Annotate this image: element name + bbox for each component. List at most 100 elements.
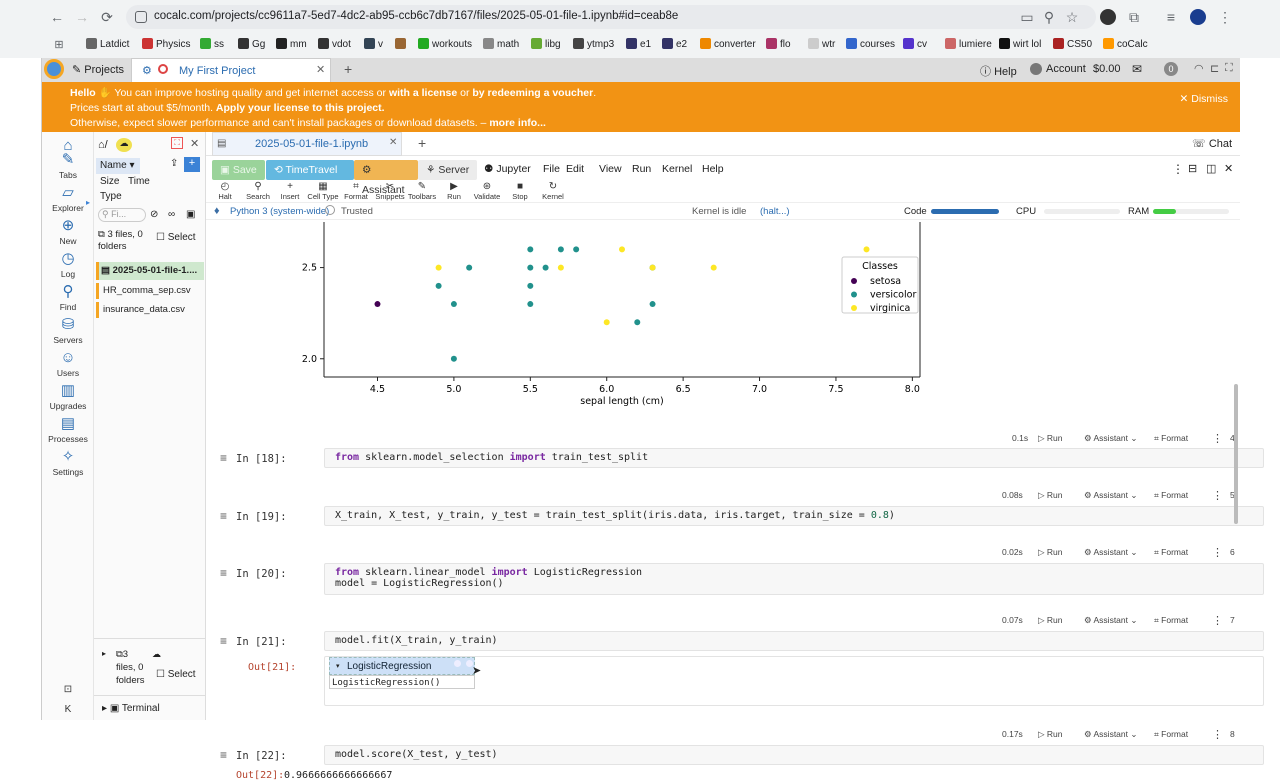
cell-assistant-button[interactable]: ⚙ Assistant ⌄ [1084,615,1138,626]
site-info-icon[interactable] [135,11,147,23]
sort-type-button[interactable]: Type [100,191,122,202]
bookmark-item[interactable]: e2 [662,38,687,52]
kebab-menu-icon[interactable]: ⋮ [1172,162,1184,176]
assistant-button[interactable]: ⚙ Assistant [354,160,418,196]
nav-tabs[interactable]: ✎ Tabs [42,152,94,181]
drag-handle-icon[interactable]: ≡ [220,451,227,465]
tool-stop[interactable]: ■ Stop [502,181,538,201]
tool-insert[interactable]: + Insert [272,181,308,201]
menu-file[interactable]: File [543,163,560,175]
forward-icon[interactable]: → [73,8,91,26]
info-icon[interactable] [454,660,461,667]
split-horizontal-icon[interactable]: ⊟ [1188,162,1197,175]
code-input[interactable]: from sklearn.linear_model import Logisti… [324,563,1264,595]
fullscreen-compress-icon[interactable]: ⊏ [1210,62,1219,75]
terminal-icon[interactable]: ▣ [186,209,195,220]
cell-assistant-button[interactable]: ⚙ Assistant ⌄ [1084,490,1138,501]
cell-format-button[interactable]: ⌗ Format [1154,547,1188,558]
help-button[interactable]: ⓘ Help [980,63,1017,79]
bookmark-item[interactable]: ss [200,38,224,52]
home-icon[interactable]: ⌂/ [98,139,108,151]
cell-format-button[interactable]: ⌗ Format [1154,490,1188,501]
bookmark-item[interactable]: ytmp3 [573,38,614,52]
nav-collapse-icon[interactable]: K [42,704,94,715]
tool-search[interactable]: ⚲ Search [240,181,276,201]
expand-icon[interactable]: ⛶ [171,137,183,149]
file-item-notebook[interactable]: ▤ 2025-05-01-file-1.... [96,262,204,280]
code-input[interactable]: X_train, X_test, y_train, y_test = train… [324,506,1264,526]
menu-edit[interactable]: Edit [566,163,584,175]
cell-format-button[interactable]: ⌗ Format [1154,433,1188,444]
bookmark-item[interactable]: cv [903,38,927,52]
reload-icon[interactable]: ⟳ [98,8,116,26]
profile-avatar[interactable] [1190,9,1206,25]
menu-run[interactable]: Run [632,163,651,175]
address-bar[interactable]: cocalc.com/projects/cc9611a7-5ed7-4dc2-a… [126,5,1096,29]
kebab-menu-icon[interactable]: ⋮ [1212,432,1223,445]
bookmark-item[interactable]: converter [700,38,756,52]
projects-button[interactable]: ✎ Projects [72,63,124,76]
file-item-insurance-csv[interactable]: insurance_data.csv [96,302,204,318]
cell-assistant-button[interactable]: ⚙ Assistant ⌄ [1084,433,1138,444]
code-input[interactable]: from sklearn.model_selection import trai… [324,448,1264,468]
account-button[interactable]: Account [1030,63,1086,75]
collapse-arrow-icon[interactable]: ▸ [86,198,90,207]
sort-time-button[interactable]: Time [128,176,150,187]
new-tab-plus-icon[interactable]: + [344,61,352,77]
new-tab-plus-icon[interactable]: + [418,135,426,151]
drag-handle-icon[interactable]: ≡ [220,634,227,648]
tool-kernel[interactable]: ↻ Kernel [535,181,571,201]
media-icon[interactable]: ≡ [1162,8,1180,26]
tool-run[interactable]: ▶ Run [436,181,472,201]
terminal-toggle[interactable]: ▸ ▣ Terminal [102,703,160,714]
bookmark-item[interactable]: vdot [318,38,351,52]
expand-arrow-icon[interactable]: ▸ [102,649,106,658]
drag-handle-icon[interactable]: ≡ [220,748,227,762]
nav-new[interactable]: ⊕ New [42,218,94,247]
balance-label[interactable]: $0.00 [1093,63,1121,75]
nav-settings[interactable]: ✧ Settings [42,449,94,478]
bookmark-item[interactable]: Latdict [86,38,129,52]
cocalc-logo[interactable] [44,59,64,79]
bookmark-item[interactable]: workouts [418,38,472,52]
kebab-menu-icon[interactable]: ⋮ [1212,614,1223,627]
notification-badge[interactable]: 0 [1164,62,1178,76]
bookmark-item[interactable]: Physics [142,38,190,52]
code-input[interactable]: model.fit(X_train, y_train) [324,631,1264,651]
new-file-plus-icon[interactable]: + [184,157,200,172]
bookmark-item[interactable]: v [364,38,383,52]
split-vertical-icon[interactable]: ◫ [1206,162,1216,175]
bookmark-item[interactable]: flo [766,38,791,52]
timetravel-button[interactable]: ⟲ TimeTravel [266,160,354,180]
upload-icon[interactable]: ⇪ [170,158,178,169]
close-icon[interactable]: ✕ [1224,162,1233,175]
masked-files-icon[interactable]: ∞ [168,209,175,220]
bottom-select-button[interactable]: ☐ Select [156,669,196,680]
menu-jupyter[interactable]: ⚉ Jupyter [484,163,531,175]
bookmark-item[interactable]: coCalc [1103,38,1148,52]
extension-icon[interactable] [1100,9,1116,25]
bookmark-item[interactable]: e1 [626,38,651,52]
nav-users[interactable]: ☺ Users [42,350,94,379]
tab-notebook[interactable]: ▤ 2025-05-01-file-1.ipynb ✕ [212,132,402,156]
tab-my-first-project[interactable]: ⚙ My First Project ✕ [131,58,331,82]
file-filter-input[interactable]: ⚲ Fi... [98,208,146,222]
bookmark-item[interactable]: wirt lol [999,38,1041,52]
drag-handle-icon[interactable]: ≡ [220,566,227,580]
bookmark-item[interactable]: lumiere [945,38,992,52]
sort-name-button[interactable]: Name ▾ [96,158,140,174]
select-all-button[interactable]: ☐ Select [156,232,196,243]
bookmark-item[interactable]: mm [276,38,307,52]
scrollbar-thumb[interactable] [1234,384,1238,524]
drag-handle-icon[interactable]: ≡ [220,509,227,523]
close-icon[interactable]: ✕ [389,137,397,148]
server-button[interactable]: ⚘ Server [418,160,478,180]
nav-upgrades[interactable]: ▥ Upgrades [42,383,94,412]
nav-find[interactable]: ⚲ Find [42,284,94,313]
cell-format-button[interactable]: ⌗ Format [1154,729,1188,740]
bookmark-item[interactable]: wtr [808,38,835,52]
halt-link[interactable]: (halt...) [760,206,790,217]
kebab-menu-icon[interactable]: ⋮ [1216,8,1234,26]
dismiss-button[interactable]: ✕ Dismiss [1180,92,1228,107]
tool-validate[interactable]: ⊛ Validate [469,181,505,201]
